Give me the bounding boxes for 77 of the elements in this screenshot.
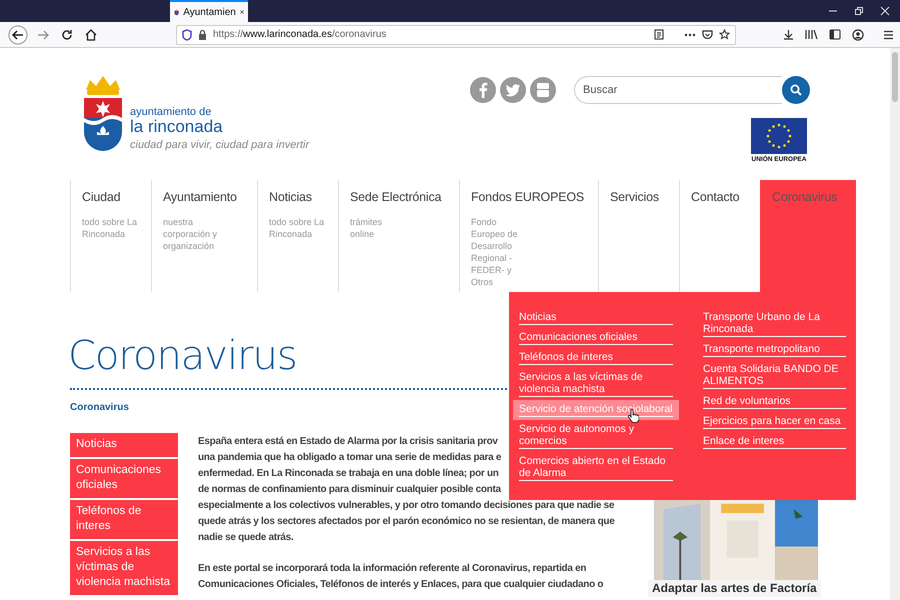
nav-label: Coronavirus [772,190,838,204]
sidebar-item[interactable]: Noticias [70,433,178,457]
url-text: https://www.larinconada.es/coronavirus [213,29,388,40]
menu-link[interactable]: Servicios a las víctimas de violencia machista [513,368,679,400]
logo-text: la rinconada [130,118,224,136]
sidebar-item[interactable]: Comunicaciones oficiales [70,459,178,498]
paragraph-line: quede atrás y los sectores afectados por el parón económico no se resientan, de manera que [198,515,614,529]
nav-subtitle: trámites online [350,216,384,240]
nav-subtitle: todo sobre La Rinconada [269,216,326,240]
nav-label: Servicios [610,190,659,204]
menu-link[interactable]: Transporte Urbano de La Rinconada [697,308,852,340]
nav-item[interactable]: Coronavirus [760,180,856,292]
tagline: ciudad para vivir, ciudad para invertir [130,138,310,152]
nav-item[interactable]: Noticias todo sobre La Rinconada [257,180,338,292]
menu-link[interactable]: Red de voluntarios [697,392,852,412]
restore-icon[interactable] [854,6,864,16]
home-icon[interactable] [85,28,97,40]
back-icon[interactable] [8,24,28,44]
paragraph-line: una pandemia que ha obligado a tomar una serie de medidas para e [198,451,502,465]
search-button[interactable] [782,76,810,104]
card-title[interactable]: Adaptar las artes de Factoría [648,580,821,597]
search-icon [790,84,802,96]
sidebar-item[interactable]: Servicios a las víctimas de violencia machista [70,541,178,595]
reader-view-icon[interactable] [654,29,664,40]
nav-item[interactable]: Ciudad todo sobre La Rinconada [70,180,151,292]
reload-icon[interactable] [61,28,73,40]
menu-link[interactable]: Teléfonos de interes [513,348,679,368]
menu-link[interactable]: Cuenta Solidaria BANDO DE ALIMENTOS [697,360,852,392]
paragraph-line: España entera está en Estado de Alarma por la crisis sanitaria prov [198,435,498,449]
search-field[interactable]: Buscar [574,76,782,104]
account-icon[interactable] [852,28,864,40]
nav-subtitle: todo sobre La Rinconada [82,216,138,240]
paragraph-line: de normas de confinamiento para disminuir cualquier posible conta [198,483,501,497]
logo-text: ayuntamiento de [130,106,212,118]
sidebar-item[interactable]: Teléfonos de interes [70,500,178,539]
shield-icon [182,28,192,40]
menu-link[interactable]: Comunicaciones oficiales [513,328,679,348]
nav-label: Noticias [269,190,312,204]
breadcrumb-link[interactable]: Coronavirus [70,402,129,413]
address-bar[interactable]: https://www.larinconada.es/coronavirus [176,24,736,44]
paragraph-line: especialmente a los colectivos vulnerables, y por otro tomando decisiones para que nadie se [198,499,614,513]
paragraph-line: En este portal se incorporará toda la información referente al Coronavirus, repartida en [198,562,586,576]
pocket-icon[interactable] [702,30,713,40]
forward-icon[interactable] [37,28,49,40]
nav-label: Fondos EUROPEOS [471,190,584,204]
menu-link[interactable]: Comercios abierto en el Estado de Alarma [513,452,679,484]
menu-link[interactable]: Enlace de interes [697,432,852,452]
nav-subtitle: nuestra corporación y organización [163,216,218,252]
facebook-icon[interactable] [470,77,496,103]
menu-link[interactable]: Transporte metropolitano [697,340,852,360]
nav-item[interactable]: Sede Electrónica trámites online [338,180,459,292]
paragraph-line: Comunicaciones Oficiales, Teléfonos de interés y Enlaces, para que cualquier ciudadano o [198,578,604,592]
download-icon[interactable] [783,29,794,40]
nav-label: Ayuntamiento [163,190,237,204]
paragraph-line: nadie se quede atrás. [198,531,294,545]
menu-link[interactable]: Servicio de autonomos y comercios [513,420,679,452]
star-icon[interactable] [719,29,730,40]
more-icon[interactable] [684,32,696,36]
lock-icon [198,29,207,40]
eu-flag-icon [751,118,807,154]
nav-subtitle: Fondo Europeo de Desarrollo Regional -FEDER- y Otros [471,216,519,288]
close-icon[interactable] [240,8,244,16]
menu-link[interactable]: Noticias [513,308,679,328]
nav-label: Ciudad [82,190,120,204]
close-icon[interactable] [880,6,890,16]
menu-link[interactable]: Ejercicios para hacer en casa [697,412,852,432]
nav-item[interactable]: Ayuntamiento nuestra corporación y organización [151,180,257,292]
browser-tab[interactable]: Ayuntamien [170,0,248,22]
page-title: Coronavirus [68,332,297,380]
nav-label: Contacto [691,190,740,204]
twitter-icon[interactable] [500,77,526,103]
library-icon[interactable] [805,29,818,40]
sidebar-icon[interactable] [829,29,841,40]
menu-icon[interactable] [883,30,894,40]
nav-label: Sede Electrónica [350,190,442,204]
menu-link[interactable]: Servicio de atención sociolaboral [513,400,679,420]
paragraph-line: enfermedad. En La Rinconada se trabaja en una doble línea; por un [198,467,499,481]
